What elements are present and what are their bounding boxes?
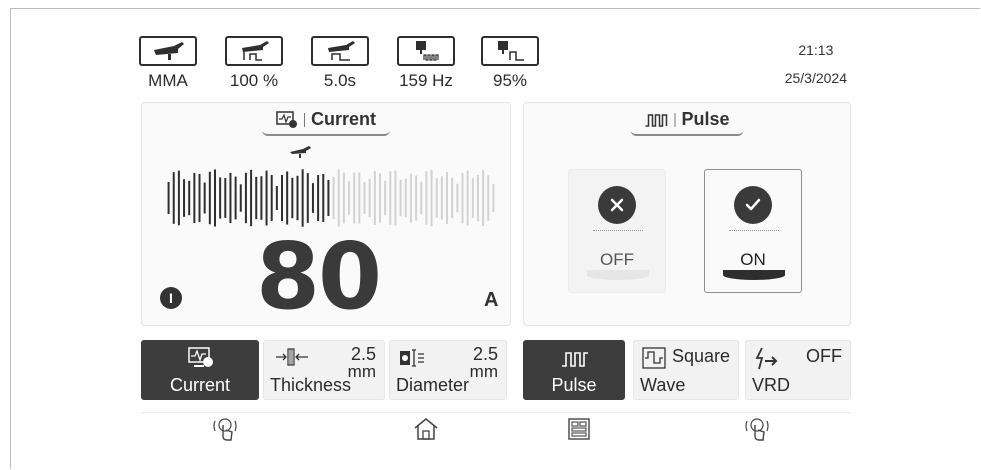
menu-icon <box>568 418 590 440</box>
pulse-icon <box>645 113 668 127</box>
bottom-nav <box>141 412 851 442</box>
current-monitor-icon <box>276 110 297 128</box>
vrd-button-label: VRD <box>752 375 791 395</box>
pulse-on-toggle[interactable]: ON <box>704 169 802 293</box>
wave-value: Square <box>671 346 730 366</box>
divider <box>593 230 643 231</box>
diameter-icon <box>398 347 426 374</box>
divider <box>729 230 779 231</box>
touch-icon <box>213 418 237 441</box>
thickness-icon <box>274 347 310 372</box>
diameter-unit: mm <box>469 362 498 381</box>
toggle-indicator <box>723 270 785 280</box>
torch-icon <box>139 36 197 66</box>
pulse-panel: Pulse OFF ON <box>523 102 851 326</box>
current-unit: A <box>484 289 499 311</box>
status-mode[interactable]: MMA <box>139 36 197 91</box>
home-icon <box>414 418 438 440</box>
diameter-value-group: 2.5 mm <box>470 345 498 381</box>
torch-icon <box>287 145 313 164</box>
status-percent[interactable]: 100 % <box>225 36 283 91</box>
current-value: 80 <box>256 223 382 330</box>
diameter-value: 2.5 <box>472 344 498 364</box>
toggle-indicator <box>587 270 649 280</box>
touch-left-button[interactable] <box>205 415 245 443</box>
home-button[interactable] <box>406 415 446 443</box>
title-separator <box>674 112 676 127</box>
frequency-icon <box>397 36 455 66</box>
thickness-value: 2.5 <box>350 344 376 364</box>
info-badge[interactable]: I <box>160 287 182 309</box>
pulse-off-toggle[interactable]: OFF <box>568 169 666 293</box>
pulse-icon <box>561 351 589 372</box>
current-button-label: Current <box>169 375 231 395</box>
welder-screen: MMA 100 % 5.0s 159 Hz 95% 21:13 25/3/202… <box>127 22 865 450</box>
pulse-panel-title: Pulse <box>630 109 744 136</box>
clock: 21:13 25/3/2024 <box>785 42 847 86</box>
diameter-button-label: Diameter <box>396 375 470 395</box>
status-frequency-label: 159 Hz <box>399 71 453 90</box>
thickness-value-group: 2.5 mm <box>348 345 376 381</box>
vrd-value: OFF <box>806 346 842 366</box>
pulse-button-label: Pulse <box>551 375 597 395</box>
diameter-button[interactable]: 2.5 mm Diameter <box>389 340 507 400</box>
close-icon <box>598 186 636 224</box>
status-time-label: 5.0s <box>323 71 357 90</box>
square-wave-icon <box>642 347 666 374</box>
pulse-button[interactable]: Pulse <box>523 340 625 400</box>
vrd-icon <box>754 347 780 376</box>
status-mode-label: MMA <box>148 71 188 90</box>
torch-time-icon <box>311 36 369 66</box>
clock-date: 25/3/2024 <box>784 70 847 86</box>
status-time[interactable]: 5.0s <box>311 36 369 91</box>
wave-button[interactable]: Square Wave <box>633 340 739 400</box>
current-panel-title: Current <box>261 109 391 136</box>
current-title-text: Current <box>310 109 377 129</box>
current-button[interactable]: Current <box>141 340 259 400</box>
check-icon <box>734 186 772 224</box>
status-percent-label: 100 % <box>229 71 279 90</box>
touch-right-button[interactable] <box>737 415 777 443</box>
duty-icon <box>481 36 539 66</box>
pulse-title-text: Pulse <box>681 109 730 129</box>
current-panel: Current I 80 A <box>141 102 511 330</box>
touch-icon <box>745 418 769 441</box>
title-separator <box>303 112 305 127</box>
wave-button-label: Wave <box>640 375 686 395</box>
thickness-button[interactable]: 2.5 mm Thickness <box>263 340 385 400</box>
torch-pulse-icon <box>225 36 283 66</box>
pulse-on-label: ON <box>740 250 766 269</box>
status-duty-label: 95% <box>492 71 528 90</box>
status-frequency[interactable]: 159 Hz <box>397 36 455 91</box>
vrd-button[interactable]: OFF VRD <box>745 340 851 400</box>
thickness-button-label: Thickness <box>270 375 352 395</box>
thickness-unit: mm <box>347 362 376 381</box>
status-duty[interactable]: 95% <box>481 36 539 91</box>
pulse-off-label: OFF <box>600 250 634 269</box>
current-monitor-icon <box>188 347 214 374</box>
menu-button[interactable] <box>559 415 599 443</box>
clock-time: 21:13 <box>798 42 834 58</box>
